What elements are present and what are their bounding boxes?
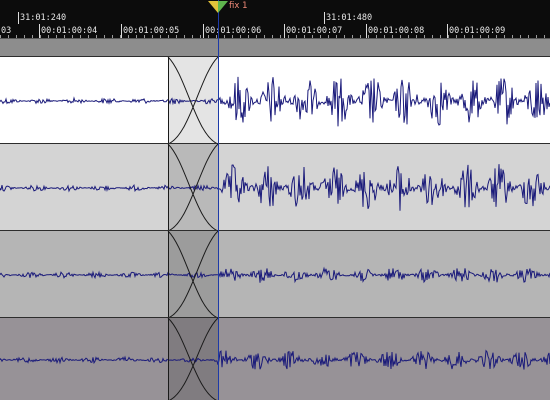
ruler-minor-timecode: 00:01:00:06	[205, 26, 262, 36]
audio-track-4[interactable]	[0, 317, 550, 400]
ruler-major-timecode: 31:01:480	[326, 13, 373, 23]
ruler-minor-timecode: 03	[1, 26, 12, 36]
ruler-minor-timecode: 00:01:00:09	[449, 26, 506, 36]
marker-label[interactable]: fix 1	[229, 1, 248, 11]
ruler-scroll-strip[interactable]	[0, 38, 550, 56]
ruler-minor-timecode: 00:01:00:08	[368, 26, 425, 36]
audio-track-2[interactable]	[0, 143, 550, 230]
waveform-track-2	[0, 144, 550, 230]
ruler-minor-timecode: 00:01:00:05	[123, 26, 180, 36]
waveform-track-1	[0, 57, 550, 143]
ruler-minor-timecode: 00:01:00:04	[41, 26, 98, 36]
audio-track-1[interactable]	[0, 56, 550, 143]
marker-flag-icon[interactable]	[207, 0, 229, 14]
ruler-major-timecode: 31:01:240	[20, 13, 67, 23]
playhead-cursor[interactable]	[218, 0, 219, 400]
waveform-track-3	[0, 231, 550, 317]
timeline-ruler[interactable]: 31:01:240 31:01:480 03 00:01:00:04 00:01…	[0, 0, 550, 38]
waveform-track-4	[0, 318, 550, 400]
audio-track-3[interactable]	[0, 230, 550, 317]
ruler-minor-timecode: 00:01:00:07	[286, 26, 343, 36]
